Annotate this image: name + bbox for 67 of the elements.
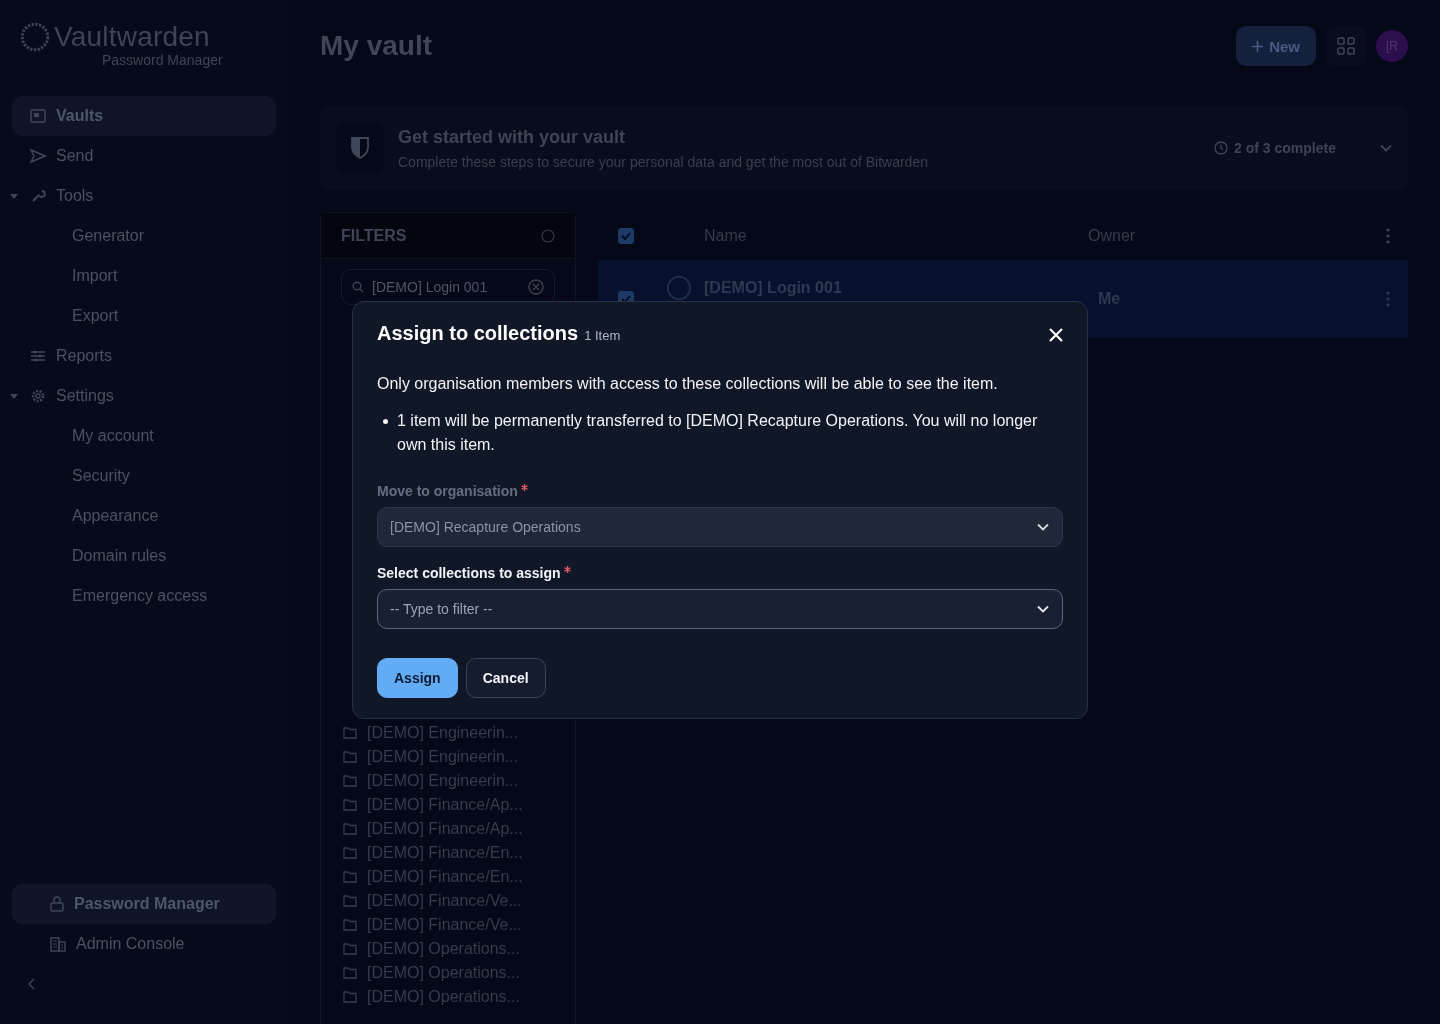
nav-item[interactable]: Vaults	[12, 96, 276, 136]
sliders-icon	[30, 349, 46, 363]
folder-icon	[343, 919, 357, 931]
assign-button[interactable]: Assign	[377, 658, 458, 698]
new-button[interactable]: New	[1236, 26, 1316, 66]
chevron-down-icon	[1037, 605, 1049, 613]
folder-icon	[343, 847, 357, 859]
nav-item[interactable]: Import	[12, 256, 276, 296]
caret-icon	[10, 393, 18, 399]
select-field[interactable]: -- Type to filter --	[377, 589, 1063, 629]
folder-icon	[343, 799, 357, 811]
logo-subtitle: Password Manager	[102, 52, 223, 68]
more-icon[interactable]	[1386, 228, 1390, 244]
check-icon	[621, 232, 631, 240]
apps-icon[interactable]	[1326, 26, 1366, 66]
field-label: Move to organisation	[377, 483, 518, 499]
vault-icon	[30, 109, 46, 123]
product-switcher-item[interactable]: Admin Console	[12, 924, 276, 964]
lock-icon	[50, 896, 64, 912]
plus-icon	[1252, 40, 1264, 52]
shield-icon	[336, 124, 384, 172]
folder-icon	[343, 727, 357, 739]
dialog-description: Only organisation members with access to these collections will be able to see the item.	[377, 375, 999, 393]
folder-icon	[343, 943, 357, 955]
nav-item[interactable]: Tools	[12, 176, 276, 216]
send-icon	[30, 149, 46, 163]
filters-title: FILTERS	[341, 226, 407, 245]
logo-wordmark: Vaultwarden	[54, 23, 210, 51]
field-label: Select collections to assign	[377, 565, 561, 581]
folder-icon	[343, 991, 357, 1003]
nav-item[interactable]: Settings	[12, 376, 276, 416]
bullet-icon	[383, 419, 388, 424]
cancel-button[interactable]: Cancel	[465, 658, 546, 698]
nav-item[interactable]: Domain rules	[12, 536, 276, 576]
collapse-icon[interactable]	[28, 978, 36, 990]
nav-item[interactable]: Emergency access	[12, 576, 276, 616]
nav-item[interactable]: Send	[12, 136, 276, 176]
page-title: My vault	[320, 30, 433, 62]
progress-text: 2 of 3 complete	[1234, 140, 1336, 156]
nav-item[interactable]: Appearance	[12, 496, 276, 536]
search-value: [DEMO] Login 001	[372, 279, 489, 295]
banner-title: Get started with your vault	[398, 126, 627, 148]
nav-item[interactable]: Security	[12, 456, 276, 496]
chevron-down-icon	[1037, 523, 1049, 531]
product-switcher-item[interactable]: Password Manager	[12, 884, 276, 924]
more-icon[interactable]	[1386, 291, 1390, 307]
clock-icon	[1214, 141, 1229, 155]
folder-icon	[343, 751, 357, 763]
select-all-checkbox[interactable]	[618, 228, 634, 244]
nav-item[interactable]: Export	[12, 296, 276, 336]
folder-icon	[343, 895, 357, 907]
folder-icon	[343, 823, 357, 835]
expand-icon	[1380, 144, 1392, 152]
folder-icon	[343, 871, 357, 883]
building-icon	[50, 936, 66, 952]
search-icon	[352, 281, 364, 293]
nav-item[interactable]: Reports	[12, 336, 276, 376]
folder-icon	[343, 775, 357, 787]
clear-icon[interactable]	[528, 279, 544, 295]
folder-icon	[343, 967, 357, 979]
nav-item[interactable]: My account	[12, 416, 276, 456]
caret-icon	[10, 193, 18, 199]
dialog-title: Assign to collections	[377, 322, 579, 345]
gear-icon	[30, 388, 46, 404]
logo-icon	[20, 22, 50, 52]
warning-text: 1 item will be permanently transferred to [DEMO] Recapture Operations. You will no longer own this item.	[397, 411, 1039, 455]
nav-item[interactable]: Generator	[12, 216, 276, 256]
